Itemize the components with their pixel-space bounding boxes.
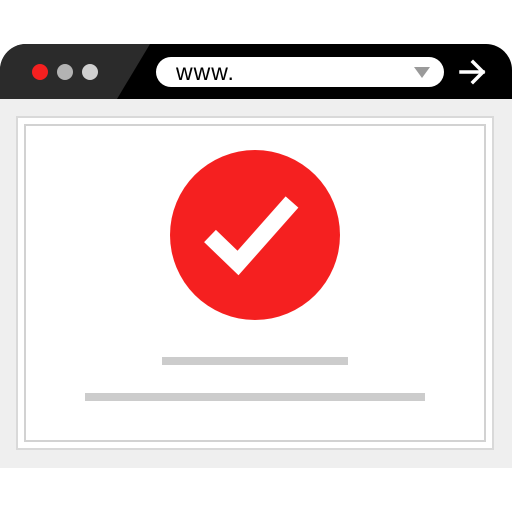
browser-window: www. (0, 44, 512, 468)
placeholder-line-short (162, 357, 348, 365)
web-page (16, 116, 494, 450)
url-text: www. (176, 59, 235, 85)
checkmark-icon (204, 196, 299, 276)
title-bar: www. (0, 44, 512, 99)
checkmark-circle-icon (170, 150, 340, 320)
triangle-down-icon[interactable] (414, 67, 430, 78)
address-bar[interactable]: www. (156, 57, 444, 87)
arrow-right-icon[interactable] (458, 58, 488, 86)
placeholder-line-long (85, 393, 425, 401)
content-area (0, 99, 512, 468)
active-tab[interactable] (0, 44, 150, 99)
close-dot[interactable] (32, 64, 48, 80)
maximize-dot[interactable] (82, 64, 98, 80)
minimize-dot[interactable] (57, 64, 73, 80)
